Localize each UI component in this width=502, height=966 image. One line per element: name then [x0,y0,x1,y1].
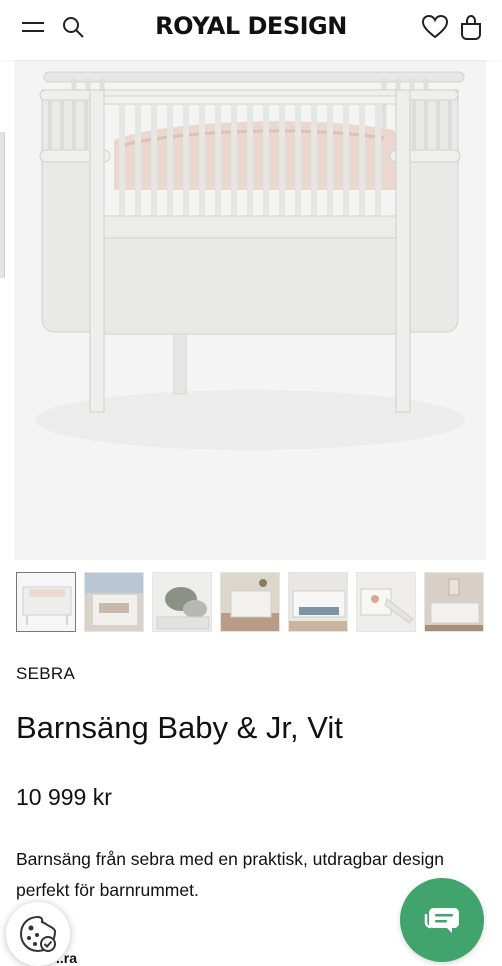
thumbnail-crib-extended[interactable] [288,572,348,632]
product-brand[interactable]: SEBRA [16,664,75,684]
chat-button[interactable] [400,878,484,962]
product-price: 10 999 kr [16,784,112,810]
thumbnail-strip [16,572,486,634]
bag-icon[interactable] [458,14,484,40]
chat-bubbles-icon [424,908,459,933]
product-description: Barnsäng från sebra med en praktisk, utd… [16,849,445,900]
thumbnail-crib-front[interactable] [16,572,76,632]
site-header: ROYAL DESIGN [0,0,502,60]
thumbnail-crib-with-pillows[interactable] [152,572,212,632]
crib-illustration [14,60,486,560]
thumbnail-crib-slide[interactable] [356,572,416,632]
product-hero-image[interactable] [14,60,486,560]
thumbnail-nursery-room[interactable] [220,572,280,632]
side-drawer-tab[interactable] [0,132,5,278]
heart-icon[interactable] [422,14,448,40]
cookie-icon [19,915,57,953]
cookie-settings-button[interactable] [6,902,70,966]
thumbnail-nursery-corner[interactable] [424,572,484,632]
product-title: Barnsäng Baby & Jr, Vit [16,710,343,745]
thumbnail-crib-detail[interactable] [84,572,144,632]
